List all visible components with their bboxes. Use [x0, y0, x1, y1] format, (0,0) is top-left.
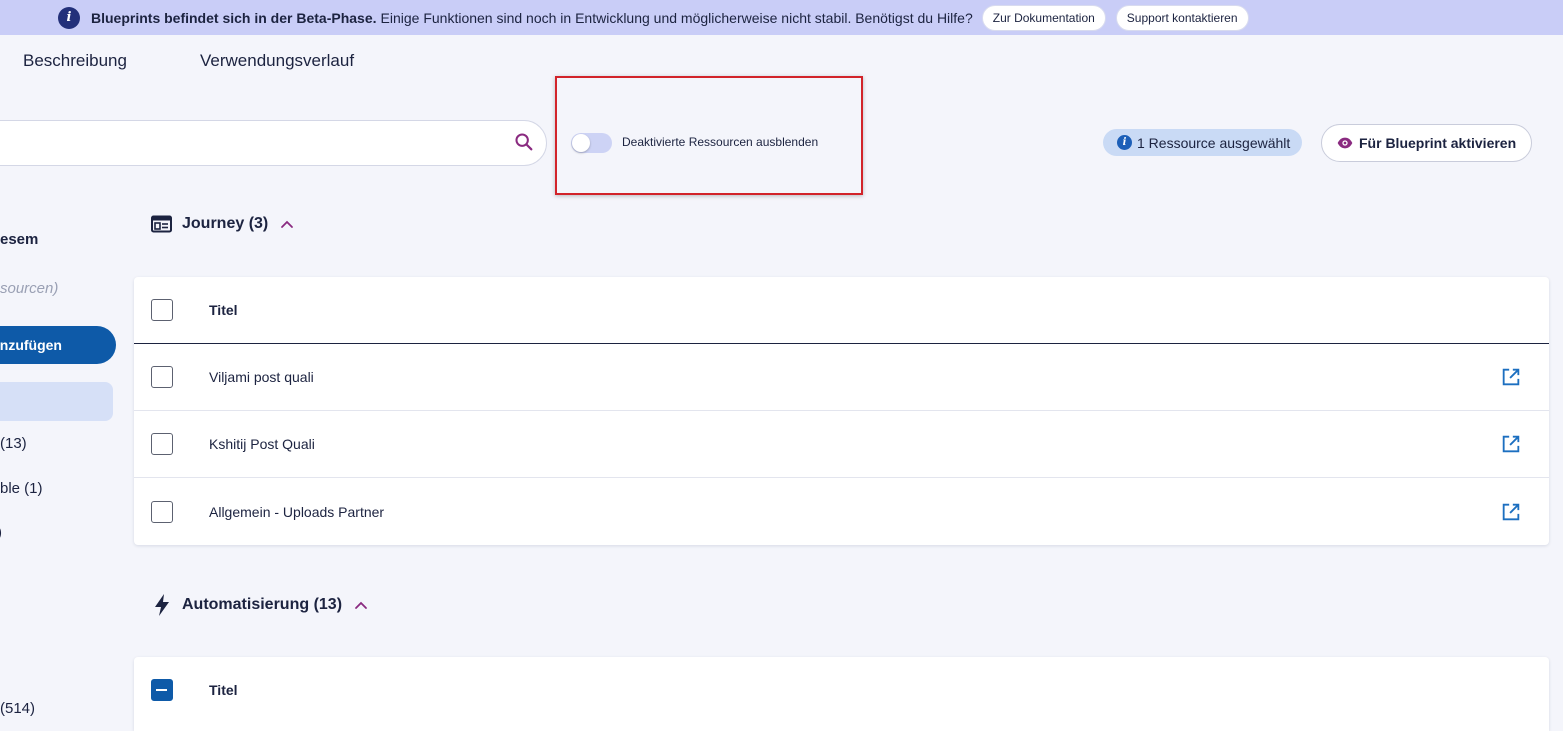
row-title: Allgemein - Uploads Partner: [209, 503, 385, 520]
table-header-row: Titel: [134, 657, 1549, 723]
section-title-automation: Automatisierung (13): [182, 596, 343, 613]
column-header-title: Titel: [209, 302, 238, 318]
select-all-checkbox-indeterminate[interactable]: [151, 679, 173, 701]
selected-count-badge: i 1 Ressource ausgewählt: [1103, 129, 1303, 156]
select-all-checkbox[interactable]: [151, 299, 173, 321]
add-resource-button[interactable]: nzufügen: [0, 326, 116, 364]
search-input[interactable]: [0, 120, 547, 166]
contact-support-button[interactable]: Support kontaktieren: [1115, 4, 1249, 31]
info-icon: i: [1117, 135, 1132, 150]
journey-table: Titel Viljami post quali Kshitij Post Qu…: [134, 277, 1549, 545]
sidebar-item[interactable]: (514): [0, 700, 35, 717]
table-row[interactable]: Viljami post quali: [134, 344, 1549, 411]
section-header-automation[interactable]: Automatisierung (13): [154, 594, 368, 616]
row-title: Kshitij Post Quali: [209, 436, 315, 452]
table-row[interactable]: Kshitij Post Quali: [134, 411, 1549, 478]
section-header-journey[interactable]: Journey (3): [151, 215, 294, 233]
tab-usage-history[interactable]: Verwendungsverlauf: [200, 51, 354, 71]
search-icon[interactable]: [513, 131, 535, 153]
table-row[interactable]: Allgemein - Uploads Partner: [134, 478, 1549, 545]
column-header-title: Titel: [209, 682, 238, 698]
info-icon: i: [58, 6, 80, 29]
row-title: Viljami post quali: [209, 369, 314, 385]
external-link-icon[interactable]: [1500, 501, 1522, 523]
section-title-journey: Journey (3): [182, 215, 269, 232]
sidebar-heading: esem: [0, 231, 39, 248]
eye-icon: [1337, 137, 1353, 149]
table-header-row: Titel: [134, 277, 1549, 344]
sidebar-item[interactable]: (13): [0, 435, 27, 452]
lightning-icon: [155, 594, 169, 616]
external-link-icon[interactable]: [1500, 366, 1522, 388]
selected-count-label: 1 Ressource ausgewählt: [1137, 134, 1291, 151]
highlight-annotation: [555, 76, 863, 195]
beta-banner: i Blueprints befindet sich in der Beta-P…: [0, 0, 1563, 35]
activate-for-blueprint-label: Für Blueprint aktivieren: [1359, 135, 1517, 151]
beta-banner-text: Einige Funktionen sind noch in Entwicklu…: [380, 9, 973, 26]
row-checkbox[interactable]: [151, 500, 173, 523]
row-checkbox[interactable]: [151, 366, 173, 388]
beta-banner-title: Blueprints befindet sich in der Beta-Pha…: [91, 9, 377, 26]
chevron-up-icon[interactable]: [354, 600, 368, 610]
automation-table: Titel: [134, 657, 1549, 731]
add-resource-label: nzufügen: [0, 337, 62, 353]
activate-for-blueprint-button[interactable]: Für Blueprint aktivieren: [1321, 124, 1532, 162]
sidebar-item[interactable]: ): [0, 524, 2, 541]
chevron-up-icon[interactable]: [280, 219, 294, 229]
journey-icon: [151, 215, 172, 233]
sidebar-subtitle: sourcen): [0, 280, 59, 297]
documentation-button[interactable]: Zur Dokumentation: [981, 4, 1106, 31]
sidebar-item-selected[interactable]: [0, 382, 113, 421]
tab-description[interactable]: Beschreibung: [23, 51, 127, 71]
row-checkbox[interactable]: [151, 433, 173, 455]
external-link-icon[interactable]: [1500, 433, 1522, 455]
sidebar-item[interactable]: ble (1): [0, 480, 43, 497]
